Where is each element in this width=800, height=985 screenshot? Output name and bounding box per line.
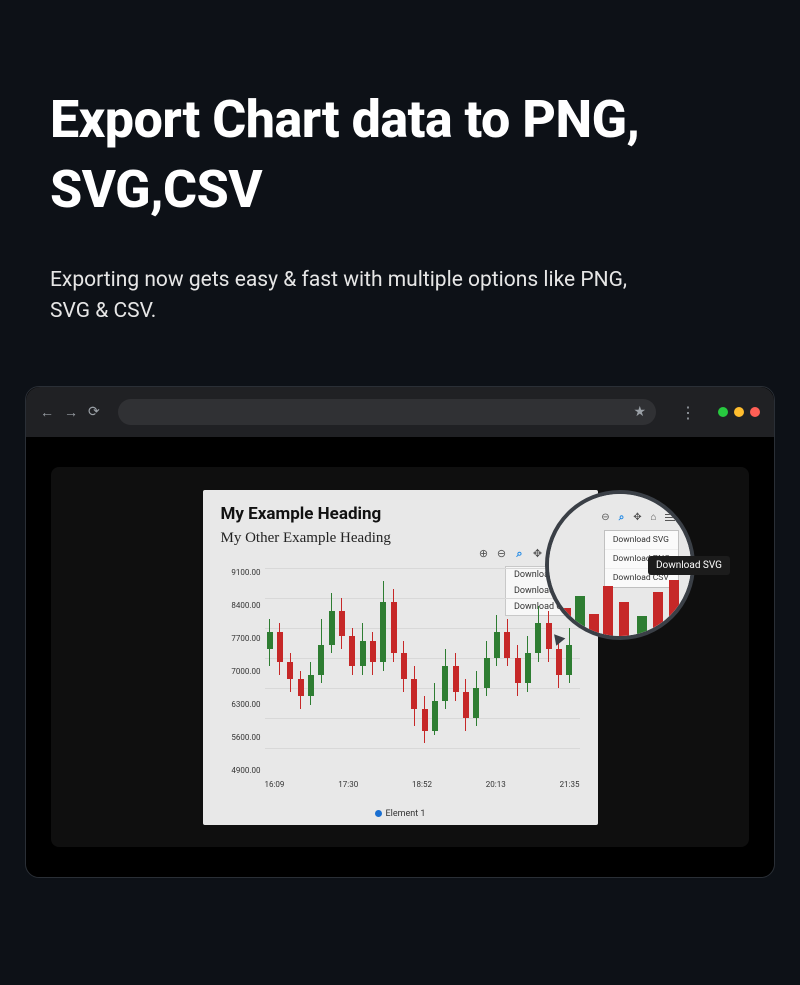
download-svg-tooltip: Download SVG	[648, 556, 730, 575]
home-icon[interactable]: ⌂	[648, 512, 659, 523]
y-tick: 9100.00	[221, 568, 261, 577]
y-tick: 8400.00	[221, 601, 261, 610]
chart-title: My Example Heading	[221, 504, 580, 524]
search-icon[interactable]: ⌕	[514, 548, 526, 560]
star-icon[interactable]: ★	[633, 404, 646, 420]
magnifier-toolbar: ⊖ ⌕ ✥ ⌂	[600, 512, 675, 523]
reload-icon[interactable]: ⟳	[88, 404, 100, 421]
back-icon[interactable]: ←	[40, 404, 54, 421]
window-close-icon[interactable]	[750, 407, 760, 417]
chart-card: My Example Heading My Other Example Head…	[203, 490, 598, 825]
zoom-out-icon[interactable]: ⊖	[600, 512, 611, 523]
y-tick: 7000.00	[221, 667, 261, 676]
browser-menu-icon[interactable]: ⋮	[674, 403, 702, 422]
x-tick: 16:09	[265, 780, 285, 789]
url-bar[interactable]: ★	[118, 399, 656, 425]
pan-icon[interactable]: ✥	[532, 548, 544, 560]
x-tick: 17:30	[338, 780, 358, 789]
chart-subtitle: My Other Example Heading	[221, 530, 580, 547]
zoom-out-icon[interactable]: ⊖	[496, 548, 508, 560]
chart-legend: Element 1	[203, 809, 598, 819]
legend-label: Element 1	[386, 809, 426, 819]
menu-icon[interactable]	[664, 512, 675, 523]
x-tick: 18:52	[412, 780, 432, 789]
y-tick: 4900.00	[221, 766, 261, 775]
window-maximize-icon[interactable]	[734, 407, 744, 417]
y-tick: 7700.00	[221, 634, 261, 643]
window-minimize-icon[interactable]	[718, 407, 728, 417]
x-tick: 20:13	[486, 780, 506, 789]
export-svg-item[interactable]: Download SVG	[605, 531, 678, 550]
legend-marker-icon	[375, 810, 382, 817]
plot-grid	[265, 568, 580, 748]
search-icon[interactable]: ⌕	[616, 512, 627, 523]
y-tick: 6300.00	[221, 700, 261, 709]
feature-subheading: Exporting now gets easy & fast with mult…	[50, 265, 630, 326]
y-tick: 5600.00	[221, 733, 261, 742]
forward-icon[interactable]: →	[64, 404, 78, 421]
x-axis-labels: 16:09 17:30 18:52 20:13 21:35	[265, 780, 580, 789]
feature-heading: Export Chart data to PNG, SVG,CSV	[50, 85, 750, 225]
plot-area: 9100.00 8400.00 7700.00 7000.00 6300.00 …	[221, 568, 580, 795]
zoom-in-icon[interactable]: ⊕	[478, 548, 490, 560]
pan-icon[interactable]: ✥	[632, 512, 643, 523]
magnifier-candles	[557, 580, 683, 636]
y-axis-labels: 9100.00 8400.00 7700.00 7000.00 6300.00 …	[221, 568, 261, 775]
x-tick: 21:35	[560, 780, 580, 789]
browser-toolbar: ← → ⟳ ★ ⋮	[26, 387, 774, 437]
